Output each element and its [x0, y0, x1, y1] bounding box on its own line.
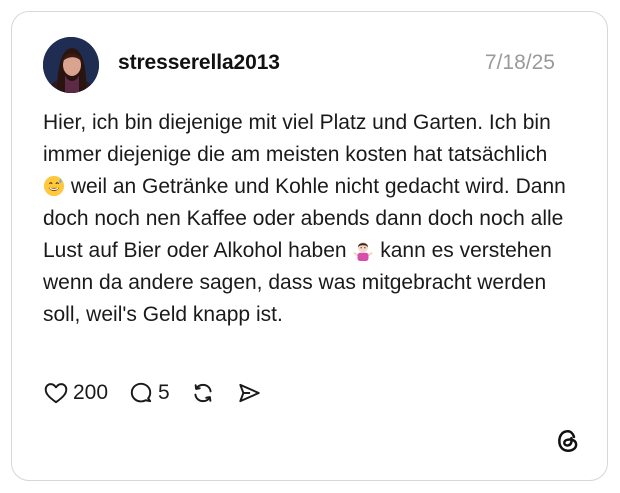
- threads-logo-icon: [558, 430, 578, 452]
- post-card: stresserella2013 7/18/25 Hier, ich bin d…: [11, 11, 608, 481]
- post-text: Hier, ich bin diejenige mit viel Platz u…: [43, 107, 573, 331]
- heart-icon: [44, 383, 68, 404]
- reply-count: 5: [158, 381, 170, 404]
- avatar[interactable]: [43, 37, 99, 93]
- reply-button[interactable]: 5: [128, 380, 170, 406]
- repost-icon: [194, 383, 212, 403]
- comment-icon: [130, 382, 152, 403]
- person-shrugging-emoji: [353, 242, 374, 261]
- share-icon: [239, 383, 260, 403]
- timestamp: 7/18/25: [484, 51, 555, 74]
- share-button[interactable]: [236, 380, 262, 406]
- like-button[interactable]: 200: [43, 380, 108, 406]
- repost-button[interactable]: [190, 380, 216, 406]
- username[interactable]: stresserella2013: [118, 51, 280, 75]
- post-text-part-1: Hier, ich bin diejenige mit viel Platz u…: [43, 111, 551, 166]
- like-count: 200: [73, 381, 109, 404]
- action-bar: 200 5: [43, 378, 282, 408]
- grinning-sweat-emoji: [43, 175, 65, 197]
